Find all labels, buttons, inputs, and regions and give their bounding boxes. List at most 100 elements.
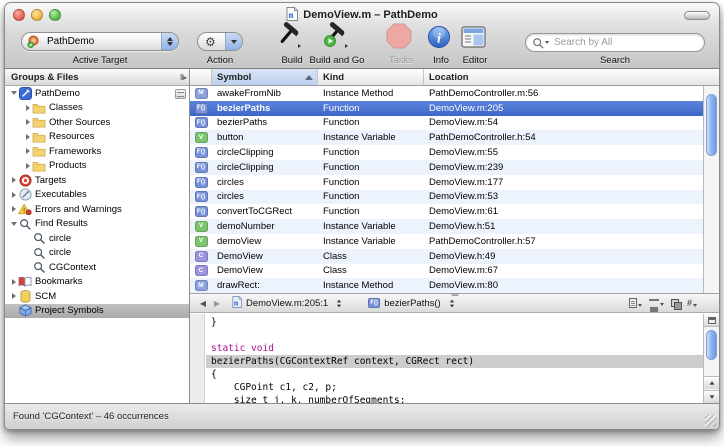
- nav-forward-button[interactable]: ▶: [210, 299, 224, 308]
- disclosure-triangle-icon[interactable]: [9, 279, 18, 285]
- search-scope-caret-icon[interactable]: [545, 41, 549, 44]
- sidebar-item-targets[interactable]: Targets: [5, 173, 189, 188]
- scroll-up-button[interactable]: [704, 376, 719, 389]
- bookmarks-menu-button[interactable]: [629, 298, 642, 308]
- disclosure-triangle-icon[interactable]: [23, 163, 32, 169]
- build-button[interactable]: [274, 27, 304, 54]
- table-scrollbar[interactable]: [703, 86, 719, 293]
- sidebar-item-label: circle: [49, 233, 71, 244]
- sidebar-item-bookmarks[interactable]: Bookmarks: [5, 275, 189, 290]
- table-row[interactable]: F()bezierPathsFunctionDemoView.m:205: [190, 101, 719, 116]
- sidebar-item-label: Products: [49, 160, 87, 171]
- sidebar-item-other-sources[interactable]: Other Sources: [5, 115, 189, 130]
- function-popup-value: bezierPaths(): [384, 298, 441, 309]
- disclosure-triangle-icon[interactable]: [23, 105, 32, 111]
- table-row[interactable]: VdemoViewInstance VariablePathDemoContro…: [190, 234, 719, 249]
- table-row[interactable]: VdemoNumberInstance VariableDemoView.h:5…: [190, 219, 719, 234]
- disclosure-triangle-icon[interactable]: [9, 91, 18, 95]
- down-arrow-icon: [709, 395, 714, 398]
- resize-grip[interactable]: [705, 415, 717, 427]
- disclosure-triangle-icon[interactable]: [9, 192, 18, 198]
- editor-scrollbar[interactable]: [703, 314, 719, 403]
- sidebar-column-menu-icon[interactable]: [175, 89, 186, 99]
- counterpart-button[interactable]: [671, 299, 680, 308]
- cell-location: DemoView.m:53: [424, 191, 719, 202]
- toolbar-toggle-pill[interactable]: [684, 11, 710, 20]
- disclosure-triangle-icon[interactable]: [23, 119, 32, 125]
- editor-button[interactable]: [458, 27, 488, 54]
- editor-scrollbar-thumb[interactable]: [706, 330, 717, 360]
- disclosure-triangle-icon[interactable]: [9, 206, 18, 212]
- function-popup[interactable]: F() bezierPaths(): [368, 298, 455, 309]
- column-header-location[interactable]: Location: [424, 69, 719, 85]
- splitter-handle[interactable]: [451, 293, 458, 296]
- scroll-down-button[interactable]: [704, 390, 719, 403]
- sidebar-item-scm[interactable]: SCM: [5, 289, 189, 304]
- sidebar-item-find-results[interactable]: Find Results: [5, 217, 189, 232]
- search-icon[interactable]: [532, 37, 544, 49]
- splitter-collapse-icon[interactable]: ‖▸: [180, 73, 186, 82]
- table-row[interactable]: VbuttonInstance VariablePathDemoControll…: [190, 130, 719, 145]
- table-row[interactable]: F()circleClippingFunctionDemoView.m:55: [190, 145, 719, 160]
- sidebar-item-cgcontext[interactable]: CGContext: [5, 260, 189, 275]
- column-header-kind[interactable]: Kind: [318, 69, 424, 85]
- table-row[interactable]: F()circlesFunctionDemoView.m:177: [190, 175, 719, 190]
- sidebar-item-frameworks[interactable]: Frameworks: [5, 144, 189, 159]
- sidebar-item-products[interactable]: Products: [5, 159, 189, 174]
- table-row[interactable]: F()convertToCGRectFunctionDemoView.m:61: [190, 204, 719, 219]
- sidebar-item-circle[interactable]: circle: [5, 231, 189, 246]
- cell-kind: Instance Method: [318, 88, 424, 99]
- breakpoints-icon: [649, 299, 659, 307]
- table-row[interactable]: CDemoViewClassDemoView.m:67: [190, 264, 719, 279]
- disclosure-triangle-icon[interactable]: [9, 293, 18, 299]
- nav-back-button[interactable]: ◀: [196, 299, 210, 308]
- table-row[interactable]: F()circlesFunctionDemoView.m:53: [190, 190, 719, 205]
- table-row[interactable]: MdrawRect:Instance MethodDemoView.m:80: [190, 278, 719, 293]
- table-row[interactable]: CDemoViewClassDemoView.h:49: [190, 249, 719, 264]
- sidebar-item-classes[interactable]: Classes: [5, 101, 189, 116]
- cell-location: DemoView.m:61: [424, 206, 719, 217]
- table-scrollbar-thumb[interactable]: [706, 94, 717, 156]
- cell-location: DemoView.m:239: [424, 162, 719, 173]
- split-editor-button[interactable]: [704, 314, 719, 327]
- build-and-go-button[interactable]: [320, 27, 350, 54]
- hash-icon: #: [687, 298, 692, 308]
- sidebar-header: Groups & Files ‖▸: [5, 69, 189, 86]
- disclosure-triangle-icon[interactable]: [9, 222, 18, 226]
- table-row[interactable]: F()bezierPathsFunctionDemoView.m:54: [190, 116, 719, 131]
- cell-symbol: drawRect:: [212, 280, 318, 291]
- column-header-symbol[interactable]: Symbol: [212, 69, 318, 85]
- breakpoints-menu-button[interactable]: [649, 299, 664, 307]
- table-row[interactable]: F()circleClippingFunctionDemoView.m:239: [190, 160, 719, 175]
- column-header-badge[interactable]: [190, 69, 212, 85]
- cell-symbol: circles: [212, 191, 318, 202]
- action-button[interactable]: ⚙: [197, 32, 243, 51]
- action-label: Action: [207, 55, 233, 66]
- cell-kind: Function: [318, 177, 424, 188]
- sidebar-item-errors-and-warnings[interactable]: !Errors and Warnings: [5, 202, 189, 217]
- table-row[interactable]: MawakeFromNibInstance MethodPathDemoCont…: [190, 86, 719, 101]
- disclosure-triangle-icon[interactable]: [23, 134, 32, 140]
- symbol-kind-badge: M: [190, 88, 212, 99]
- disclosure-triangle-icon[interactable]: [23, 148, 32, 154]
- search-input[interactable]: [552, 36, 692, 49]
- sidebar-item-executables[interactable]: Executables: [5, 188, 189, 203]
- sidebar-item-circle[interactable]: circle: [5, 246, 189, 261]
- xcode-project-window: m DemoView.m – PathDemo PathDemo Active …: [4, 2, 720, 430]
- active-target-popup[interactable]: PathDemo: [21, 32, 179, 51]
- sidebar-item-resources[interactable]: Resources: [5, 130, 189, 145]
- included-files-button[interactable]: #: [687, 298, 697, 308]
- sidebar-item-pathdemo[interactable]: PathDemo: [5, 86, 189, 101]
- active-target-value: PathDemo: [43, 36, 161, 47]
- code-area[interactable]: }static voidbezierPaths(CGContextRef con…: [206, 316, 703, 403]
- disclosure-triangle-icon[interactable]: [9, 177, 18, 183]
- cell-kind: Function: [318, 103, 424, 114]
- file-history-popup[interactable]: m DemoView.m:205:1: [232, 296, 342, 311]
- info-button[interactable]: i: [424, 27, 454, 54]
- toolbar-search-field[interactable]: [525, 33, 705, 52]
- tasks-button: [384, 27, 414, 54]
- sidebar-item-project-symbols[interactable]: Project Symbols: [5, 304, 189, 319]
- document-proxy-icon[interactable]: m: [286, 7, 298, 24]
- badge-F-icon: F(): [195, 206, 208, 217]
- source-editor[interactable]: }static voidbezierPaths(CGContextRef con…: [190, 314, 719, 403]
